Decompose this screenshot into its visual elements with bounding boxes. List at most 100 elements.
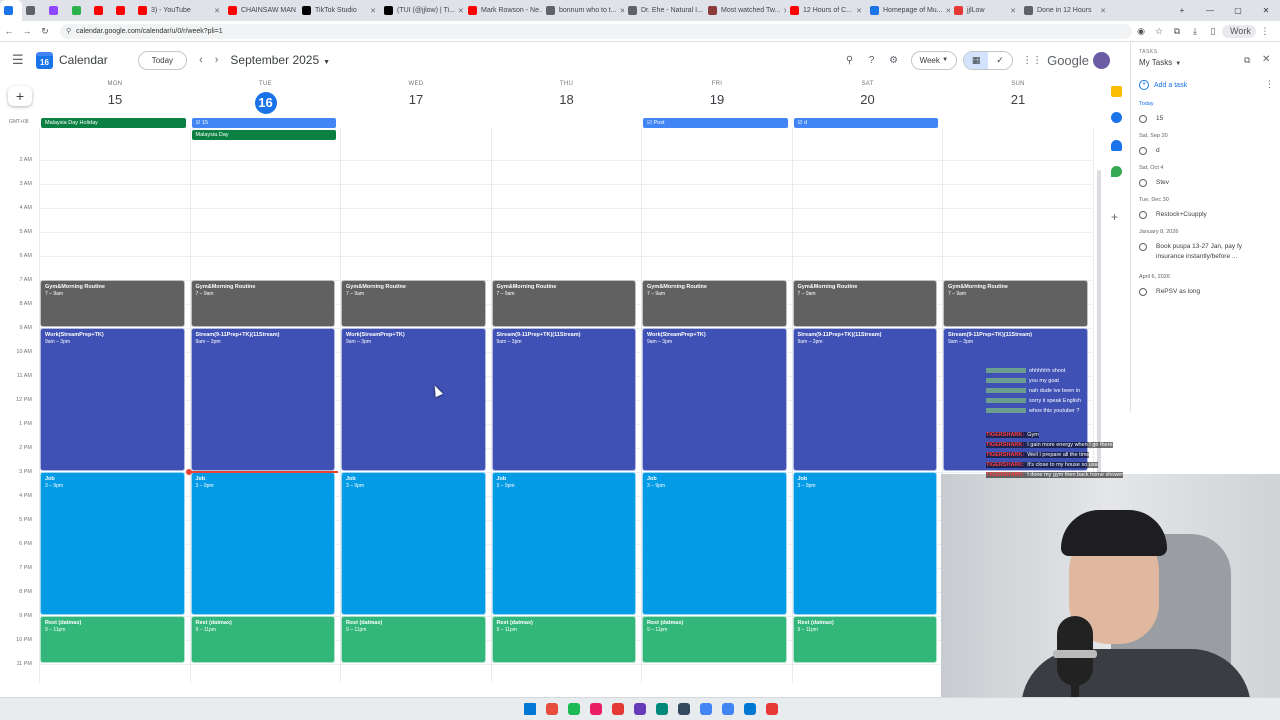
taskbar-app-icon[interactable] bbox=[700, 703, 712, 715]
day-number[interactable]: 15 bbox=[40, 92, 190, 107]
tab-close-icon[interactable]: ✕ bbox=[617, 7, 624, 15]
calendar-event[interactable]: Job 3 – 9pm bbox=[40, 472, 185, 615]
day-number[interactable]: 21 bbox=[943, 92, 1093, 107]
calendar-event[interactable]: Work(StreamPrep+TK) 9am – 3pm bbox=[341, 328, 486, 471]
create-button[interactable]: + bbox=[8, 86, 32, 106]
calendar-event[interactable]: Rest (datmax) 9 – 11pm bbox=[792, 616, 937, 663]
day-number[interactable]: 17 bbox=[341, 92, 491, 107]
browser-tab[interactable]: 12 Hours of C... ✕ bbox=[786, 0, 866, 21]
task-item[interactable]: RePSV as long bbox=[1139, 287, 1269, 297]
tasks-icon[interactable] bbox=[1111, 112, 1122, 123]
browser-tab[interactable] bbox=[45, 0, 68, 21]
taskbar-app-icon[interactable] bbox=[590, 703, 602, 715]
all-day-task-chip[interactable]: ☑ 15 bbox=[191, 118, 336, 128]
taskbar-app-icon[interactable] bbox=[524, 703, 536, 715]
tab-close-icon[interactable]: ✕ bbox=[211, 7, 220, 15]
add-task-button[interactable]: + Add a task bbox=[1139, 80, 1187, 90]
all-day-task-chip[interactable]: ☑ Post bbox=[643, 118, 788, 128]
tab-close-icon[interactable]: ✕ bbox=[367, 7, 376, 15]
calendar-event[interactable]: Stream(9-11Prep+TK)(11Stream) 9am – 3pm bbox=[792, 328, 937, 471]
calendar-logo-icon[interactable]: 16 bbox=[36, 51, 53, 69]
time-grid[interactable]: 2 AM 3 AM 4 AM 5 AM 6 AM 7 AM 8 AM 9 AM 10 AM 11 … bbox=[0, 128, 1098, 697]
bookmark-star-icon[interactable]: ☆ bbox=[1150, 26, 1168, 37]
calendar-event[interactable]: Rest (datmax) 9 – 11pm bbox=[341, 616, 486, 663]
close-window-icon[interactable]: ✕ bbox=[1252, 6, 1280, 15]
main-menu-icon[interactable]: ☰ bbox=[12, 52, 26, 68]
browser-tab[interactable] bbox=[68, 0, 90, 21]
tab-close-icon[interactable]: ✕ bbox=[1097, 7, 1106, 15]
browser-tab[interactable]: CHAINSAW MAN✕ bbox=[224, 0, 298, 21]
taskbar-app-icon[interactable] bbox=[634, 703, 646, 715]
calendar-event[interactable]: Gym&Morning Routine 7 – 9am bbox=[190, 280, 335, 327]
calendar-event[interactable]: Stream(9-11Prep+TK)(11Stream) 9am – 3pm bbox=[943, 328, 1088, 471]
app-title[interactable]: Calendar bbox=[59, 53, 108, 67]
tab-close-icon[interactable]: ✕ bbox=[455, 7, 464, 15]
calendar-event[interactable]: Job 3 – 9pm bbox=[642, 472, 787, 615]
tasks-view-icon[interactable]: ✓ bbox=[988, 52, 1012, 69]
browser-tab[interactable]: Homepage of Mu... ✕ bbox=[866, 0, 950, 21]
browser-tab[interactable]: jjlLow ✕ bbox=[950, 0, 1020, 21]
close-panel-icon[interactable]: ✕ bbox=[1262, 54, 1270, 65]
previous-week-icon[interactable]: ‹ bbox=[199, 54, 203, 66]
calendar-event[interactable]: Job 3 – 9pm bbox=[491, 472, 636, 615]
minimize-icon[interactable]: — bbox=[1196, 6, 1224, 15]
taskbar-app-icon[interactable] bbox=[612, 703, 624, 715]
browser-tab[interactable] bbox=[22, 0, 45, 21]
calendar-event[interactable]: Gym&Morning Routine 7 – 9am bbox=[491, 280, 636, 327]
browser-tab[interactable] bbox=[0, 0, 22, 21]
help-icon[interactable]: ? bbox=[861, 55, 883, 66]
browser-tab[interactable]: Dr. Ehe - Natural I...✕ bbox=[624, 0, 704, 21]
split-view-icon[interactable]: ▯ bbox=[1204, 26, 1222, 37]
task-complete-checkbox[interactable] bbox=[1139, 243, 1147, 251]
calendar-event[interactable]: Rest (datmax) 9 – 11pm bbox=[190, 616, 335, 663]
all-day-task-chip[interactable]: ☑ d bbox=[793, 118, 938, 128]
task-item[interactable]: Book puspa 13-27 Jan, pay fy insurance i… bbox=[1139, 242, 1269, 262]
browser-tab[interactable] bbox=[112, 0, 134, 21]
view-select[interactable]: Week ▼ bbox=[910, 50, 958, 70]
browser-tab[interactable]: 3) - YouTube ✕ bbox=[134, 0, 224, 21]
extensions-icon[interactable]: ⧉ bbox=[1168, 26, 1186, 37]
calendar-event[interactable]: Gym&Morning Routine 7 – 9am bbox=[40, 280, 185, 327]
forward-icon[interactable]: → bbox=[18, 26, 36, 36]
account-avatar[interactable] bbox=[1093, 51, 1110, 69]
browser-tab[interactable] bbox=[90, 0, 112, 21]
day-number[interactable]: 19 bbox=[642, 92, 792, 107]
calendar-view-icon[interactable]: ▦ bbox=[964, 51, 989, 69]
maps-icon[interactable] bbox=[1111, 166, 1122, 177]
tab-close-icon[interactable]: ✕ bbox=[1007, 7, 1016, 15]
new-tab-icon[interactable]: + bbox=[1168, 6, 1196, 15]
tab-close-icon[interactable]: ✕ bbox=[853, 7, 862, 15]
url-field[interactable]: ⚲ calendar.google.com/calendar/u/0/r/wee… bbox=[60, 23, 1132, 39]
day-number[interactable]: 16 bbox=[191, 92, 341, 114]
more-options-icon[interactable]: ⋮ bbox=[1265, 79, 1274, 90]
day-number[interactable]: 18 bbox=[492, 92, 642, 107]
browser-tab[interactable]: (TUI (@jjlow) | Ti... ✕ bbox=[380, 0, 464, 21]
calendar-event[interactable]: Rest (datmax) 9 – 11pm bbox=[642, 616, 787, 663]
calendar-event[interactable]: Work(StreamPrep+TK) 9am – 3pm bbox=[40, 328, 185, 471]
apps-grid-icon[interactable]: ⋮⋮ bbox=[1021, 55, 1043, 66]
taskbar-app-icon[interactable] bbox=[546, 703, 558, 715]
taskbar-app-icon[interactable] bbox=[766, 703, 778, 715]
maximize-icon[interactable]: ▢ bbox=[1224, 6, 1252, 15]
calendar-event[interactable]: Work(StreamPrep+TK) 9am – 3pm bbox=[642, 328, 787, 471]
task-item[interactable]: 15 bbox=[1139, 114, 1269, 124]
task-item[interactable]: Restock+Csupply bbox=[1139, 210, 1269, 220]
profile-button[interactable]: Work bbox=[1222, 24, 1256, 38]
browser-menu-icon[interactable]: ⋮ bbox=[1256, 26, 1274, 37]
all-day-event-chip[interactable]: Malaysia Day Holiday bbox=[41, 118, 186, 128]
taskbar-app-icon[interactable] bbox=[744, 703, 756, 715]
eye-icon[interactable]: ◉ bbox=[1132, 26, 1150, 37]
calendar-event[interactable]: Gym&Morning Routine 7 – 9am bbox=[642, 280, 787, 327]
task-item[interactable]: d bbox=[1139, 146, 1269, 156]
calendar-event[interactable]: Job 3 – 9pm bbox=[190, 472, 335, 615]
calendar-event[interactable]: Rest (datmax) 9 – 11pm bbox=[40, 616, 185, 663]
calendar-event[interactable]: Rest (datmax) 9 – 11pm bbox=[491, 616, 636, 663]
browser-tab[interactable]: Most watched Tw...✕ bbox=[704, 0, 786, 21]
taskbar-app-icon[interactable] bbox=[656, 703, 668, 715]
tab-close-icon[interactable]: ✕ bbox=[943, 7, 950, 15]
task-complete-checkbox[interactable] bbox=[1139, 179, 1147, 187]
browser-tab[interactable]: TikTok Studio ✕ bbox=[298, 0, 380, 21]
task-complete-checkbox[interactable] bbox=[1139, 211, 1147, 219]
taskbar-app-icon[interactable] bbox=[722, 703, 734, 715]
search-icon[interactable]: ⚲ bbox=[839, 55, 861, 66]
